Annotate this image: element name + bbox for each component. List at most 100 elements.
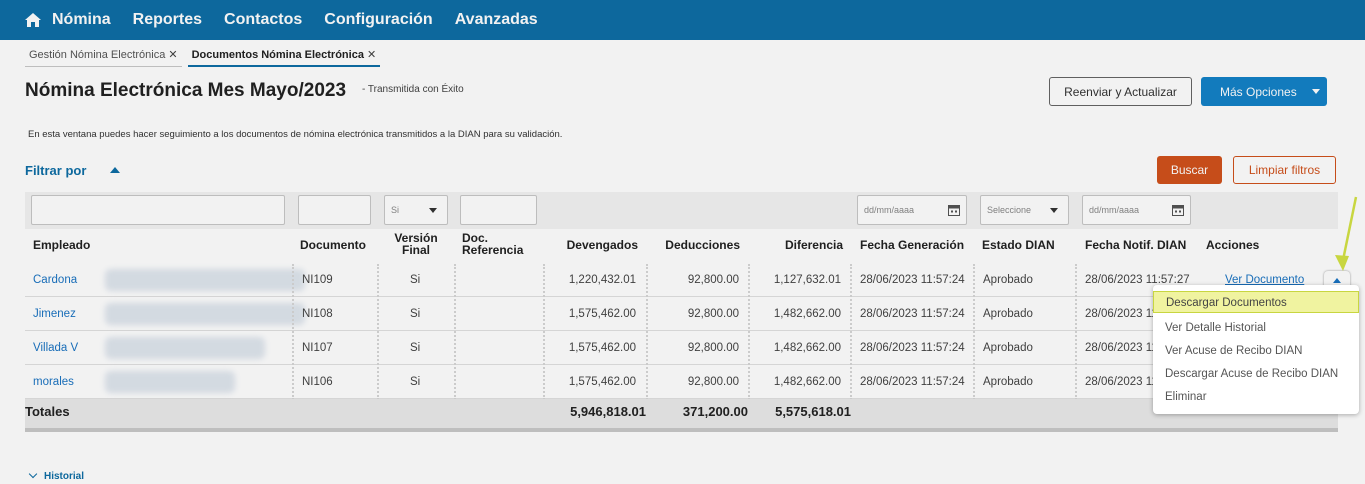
historial-toggle[interactable]: Historial bbox=[28, 469, 85, 482]
totals-label: Totales bbox=[25, 404, 70, 419]
chevron-down-icon bbox=[1050, 208, 1058, 213]
estado-filter-select[interactable]: Seleccione bbox=[980, 195, 1069, 225]
table-row: Cardona NI109 Si 1,220,432.01 92,800.00 … bbox=[25, 263, 1338, 297]
menu-item-dian-receipt[interactable]: Ver Acuse de Recibo DIAN bbox=[1153, 340, 1359, 362]
fecha-notif-cell: 28/06/2023 11 bbox=[1085, 308, 1158, 320]
calendar-icon[interactable] bbox=[948, 204, 960, 216]
more-options-button[interactable]: Más Opciones bbox=[1201, 77, 1327, 106]
tab-gestion-nomina[interactable]: Gestión Nómina Electrónica ✕ bbox=[25, 45, 182, 67]
total-devengados: 5,946,818.01 bbox=[570, 404, 646, 419]
header-estado-dian[interactable]: Estado DIAN bbox=[982, 239, 1055, 251]
employee-link[interactable]: Jimenez bbox=[33, 297, 76, 331]
estado-cell: Aprobado bbox=[983, 342, 1033, 354]
column-divider bbox=[454, 264, 456, 400]
breadcrumb-tabs: Gestión Nómina Electrónica ✕ Documentos N… bbox=[25, 45, 386, 67]
document-filter-input[interactable] bbox=[298, 195, 371, 225]
menu-item-delete[interactable]: Eliminar bbox=[1153, 386, 1359, 408]
calendar-icon[interactable] bbox=[1172, 204, 1184, 216]
column-divider bbox=[646, 264, 648, 400]
header-empleado[interactable]: Empleado bbox=[33, 239, 90, 251]
deducciones-cell: 92,800.00 bbox=[687, 308, 739, 320]
column-divider bbox=[748, 264, 750, 400]
column-divider bbox=[973, 264, 975, 400]
menu-item-download-dian-receipt[interactable]: Descargar Acuse de Recibo DIAN bbox=[1153, 363, 1359, 385]
generation-date-filter[interactable]: dd/mm/aaaa bbox=[857, 195, 967, 225]
nav-item-contactos[interactable]: Contactos bbox=[224, 11, 302, 29]
column-divider bbox=[292, 264, 294, 400]
header-diferencia[interactable]: Diferencia bbox=[743, 239, 843, 251]
actions-dropdown-menu: Descargar Documentos Ver Detalle Histori… bbox=[1153, 285, 1359, 414]
chevron-down-icon bbox=[429, 208, 437, 213]
tab-label: Documentos Nómina Electrónica bbox=[191, 49, 364, 61]
tab-documentos-nomina[interactable]: Documentos Nómina Electrónica ✕ bbox=[187, 45, 381, 67]
fecha-generacion-cell: 28/06/2023 11:57:24 bbox=[860, 274, 965, 286]
employee-filter-input[interactable] bbox=[31, 195, 285, 225]
close-icon[interactable]: ✕ bbox=[168, 49, 177, 61]
header-deducciones[interactable]: Deducciones bbox=[640, 239, 740, 251]
version-filter-select[interactable]: Si bbox=[384, 195, 448, 225]
header-fecha-generacion[interactable]: Fecha Generación bbox=[860, 239, 964, 251]
page-title: Nómina Electrónica Mes Mayo/2023 bbox=[25, 80, 347, 101]
status-text: - Transmitida con Éxito bbox=[362, 84, 464, 95]
chevron-down-icon bbox=[28, 469, 38, 479]
resend-update-button[interactable]: Reenviar y Actualizar bbox=[1049, 77, 1192, 106]
document-cell: NI108 bbox=[302, 308, 333, 320]
fecha-generacion-cell: 28/06/2023 11:57:24 bbox=[860, 308, 965, 320]
diferencia-cell: 1,127,632.01 bbox=[773, 274, 841, 286]
deducciones-cell: 92,800.00 bbox=[687, 274, 739, 286]
menu-item-history-detail[interactable]: Ver Detalle Historial bbox=[1153, 317, 1359, 339]
nav-item-configuracion[interactable]: Configuración bbox=[324, 11, 432, 29]
chevron-down-icon bbox=[1312, 89, 1320, 94]
date-placeholder: dd/mm/aaaa bbox=[1089, 205, 1140, 215]
fecha-generacion-cell: 28/06/2023 11:57:24 bbox=[860, 376, 965, 388]
deducciones-cell: 92,800.00 bbox=[687, 342, 739, 354]
table-row: morales NI106 Si 1,575,462.00 92,800.00 … bbox=[25, 365, 1338, 399]
employee-link[interactable]: Cardona bbox=[33, 263, 77, 297]
devengados-cell: 1,220,432.01 bbox=[568, 274, 636, 286]
clear-filters-button[interactable]: Limpiar filtros bbox=[1233, 156, 1336, 184]
deducciones-cell: 92,800.00 bbox=[687, 376, 739, 388]
estado-cell: Aprobado bbox=[983, 376, 1033, 388]
home-icon[interactable] bbox=[24, 12, 42, 28]
header-fecha-notif[interactable]: Fecha Notif. DIAN bbox=[1085, 239, 1186, 251]
header-devengados[interactable]: Devengados bbox=[538, 239, 638, 251]
fecha-notif-cell: 28/06/2023 11 bbox=[1085, 376, 1158, 388]
nav-item-avanzadas[interactable]: Avanzadas bbox=[455, 11, 538, 29]
notif-date-filter[interactable]: dd/mm/aaaa bbox=[1082, 195, 1191, 225]
header-documento[interactable]: Documento bbox=[300, 239, 366, 251]
fecha-notif-cell: 28/06/2023 11 bbox=[1085, 342, 1158, 354]
header-doc-referencia[interactable]: Doc. Referencia bbox=[462, 232, 532, 256]
version-filter-value: Si bbox=[391, 205, 400, 215]
search-button[interactable]: Buscar bbox=[1157, 156, 1222, 184]
devengados-cell: 1,575,462.00 bbox=[568, 342, 636, 354]
nav-item-reportes[interactable]: Reportes bbox=[133, 11, 202, 29]
chevron-up-icon bbox=[1333, 278, 1341, 283]
menu-item-download-documents[interactable]: Descargar Documentos bbox=[1153, 291, 1359, 313]
header-version-final[interactable]: Versión Final bbox=[392, 232, 440, 256]
date-placeholder: dd/mm/aaaa bbox=[864, 205, 915, 215]
employee-link[interactable]: morales bbox=[33, 365, 74, 399]
devengados-cell: 1,575,462.00 bbox=[568, 308, 636, 320]
more-options-label: Más Opciones bbox=[1220, 84, 1297, 99]
employee-link[interactable]: Villada V bbox=[33, 331, 78, 365]
document-cell: NI106 bbox=[302, 376, 333, 388]
table-row: Villada V NI107 Si 1,575,462.00 92,800.0… bbox=[25, 331, 1338, 365]
column-divider bbox=[1075, 264, 1077, 400]
version-cell: Si bbox=[410, 308, 421, 320]
reference-filter-input[interactable] bbox=[460, 195, 537, 225]
redacted-name bbox=[105, 337, 265, 359]
diferencia-cell: 1,482,662.00 bbox=[773, 308, 841, 320]
header-acciones: Acciones bbox=[1206, 238, 1260, 252]
estado-cell: Aprobado bbox=[983, 308, 1033, 320]
historial-label: Historial bbox=[44, 471, 85, 482]
filter-toggle-label[interactable]: Filtrar por bbox=[25, 163, 86, 178]
table-scrollbar[interactable] bbox=[25, 428, 1338, 432]
devengados-cell: 1,575,462.00 bbox=[568, 376, 636, 388]
close-icon[interactable]: ✕ bbox=[367, 49, 376, 61]
version-cell: Si bbox=[410, 342, 421, 354]
chevron-up-icon[interactable] bbox=[110, 167, 120, 173]
column-divider bbox=[543, 264, 545, 400]
nav-item-nomina[interactable]: Nómina bbox=[52, 11, 111, 29]
redacted-name bbox=[105, 303, 305, 325]
diferencia-cell: 1,482,662.00 bbox=[773, 376, 841, 388]
